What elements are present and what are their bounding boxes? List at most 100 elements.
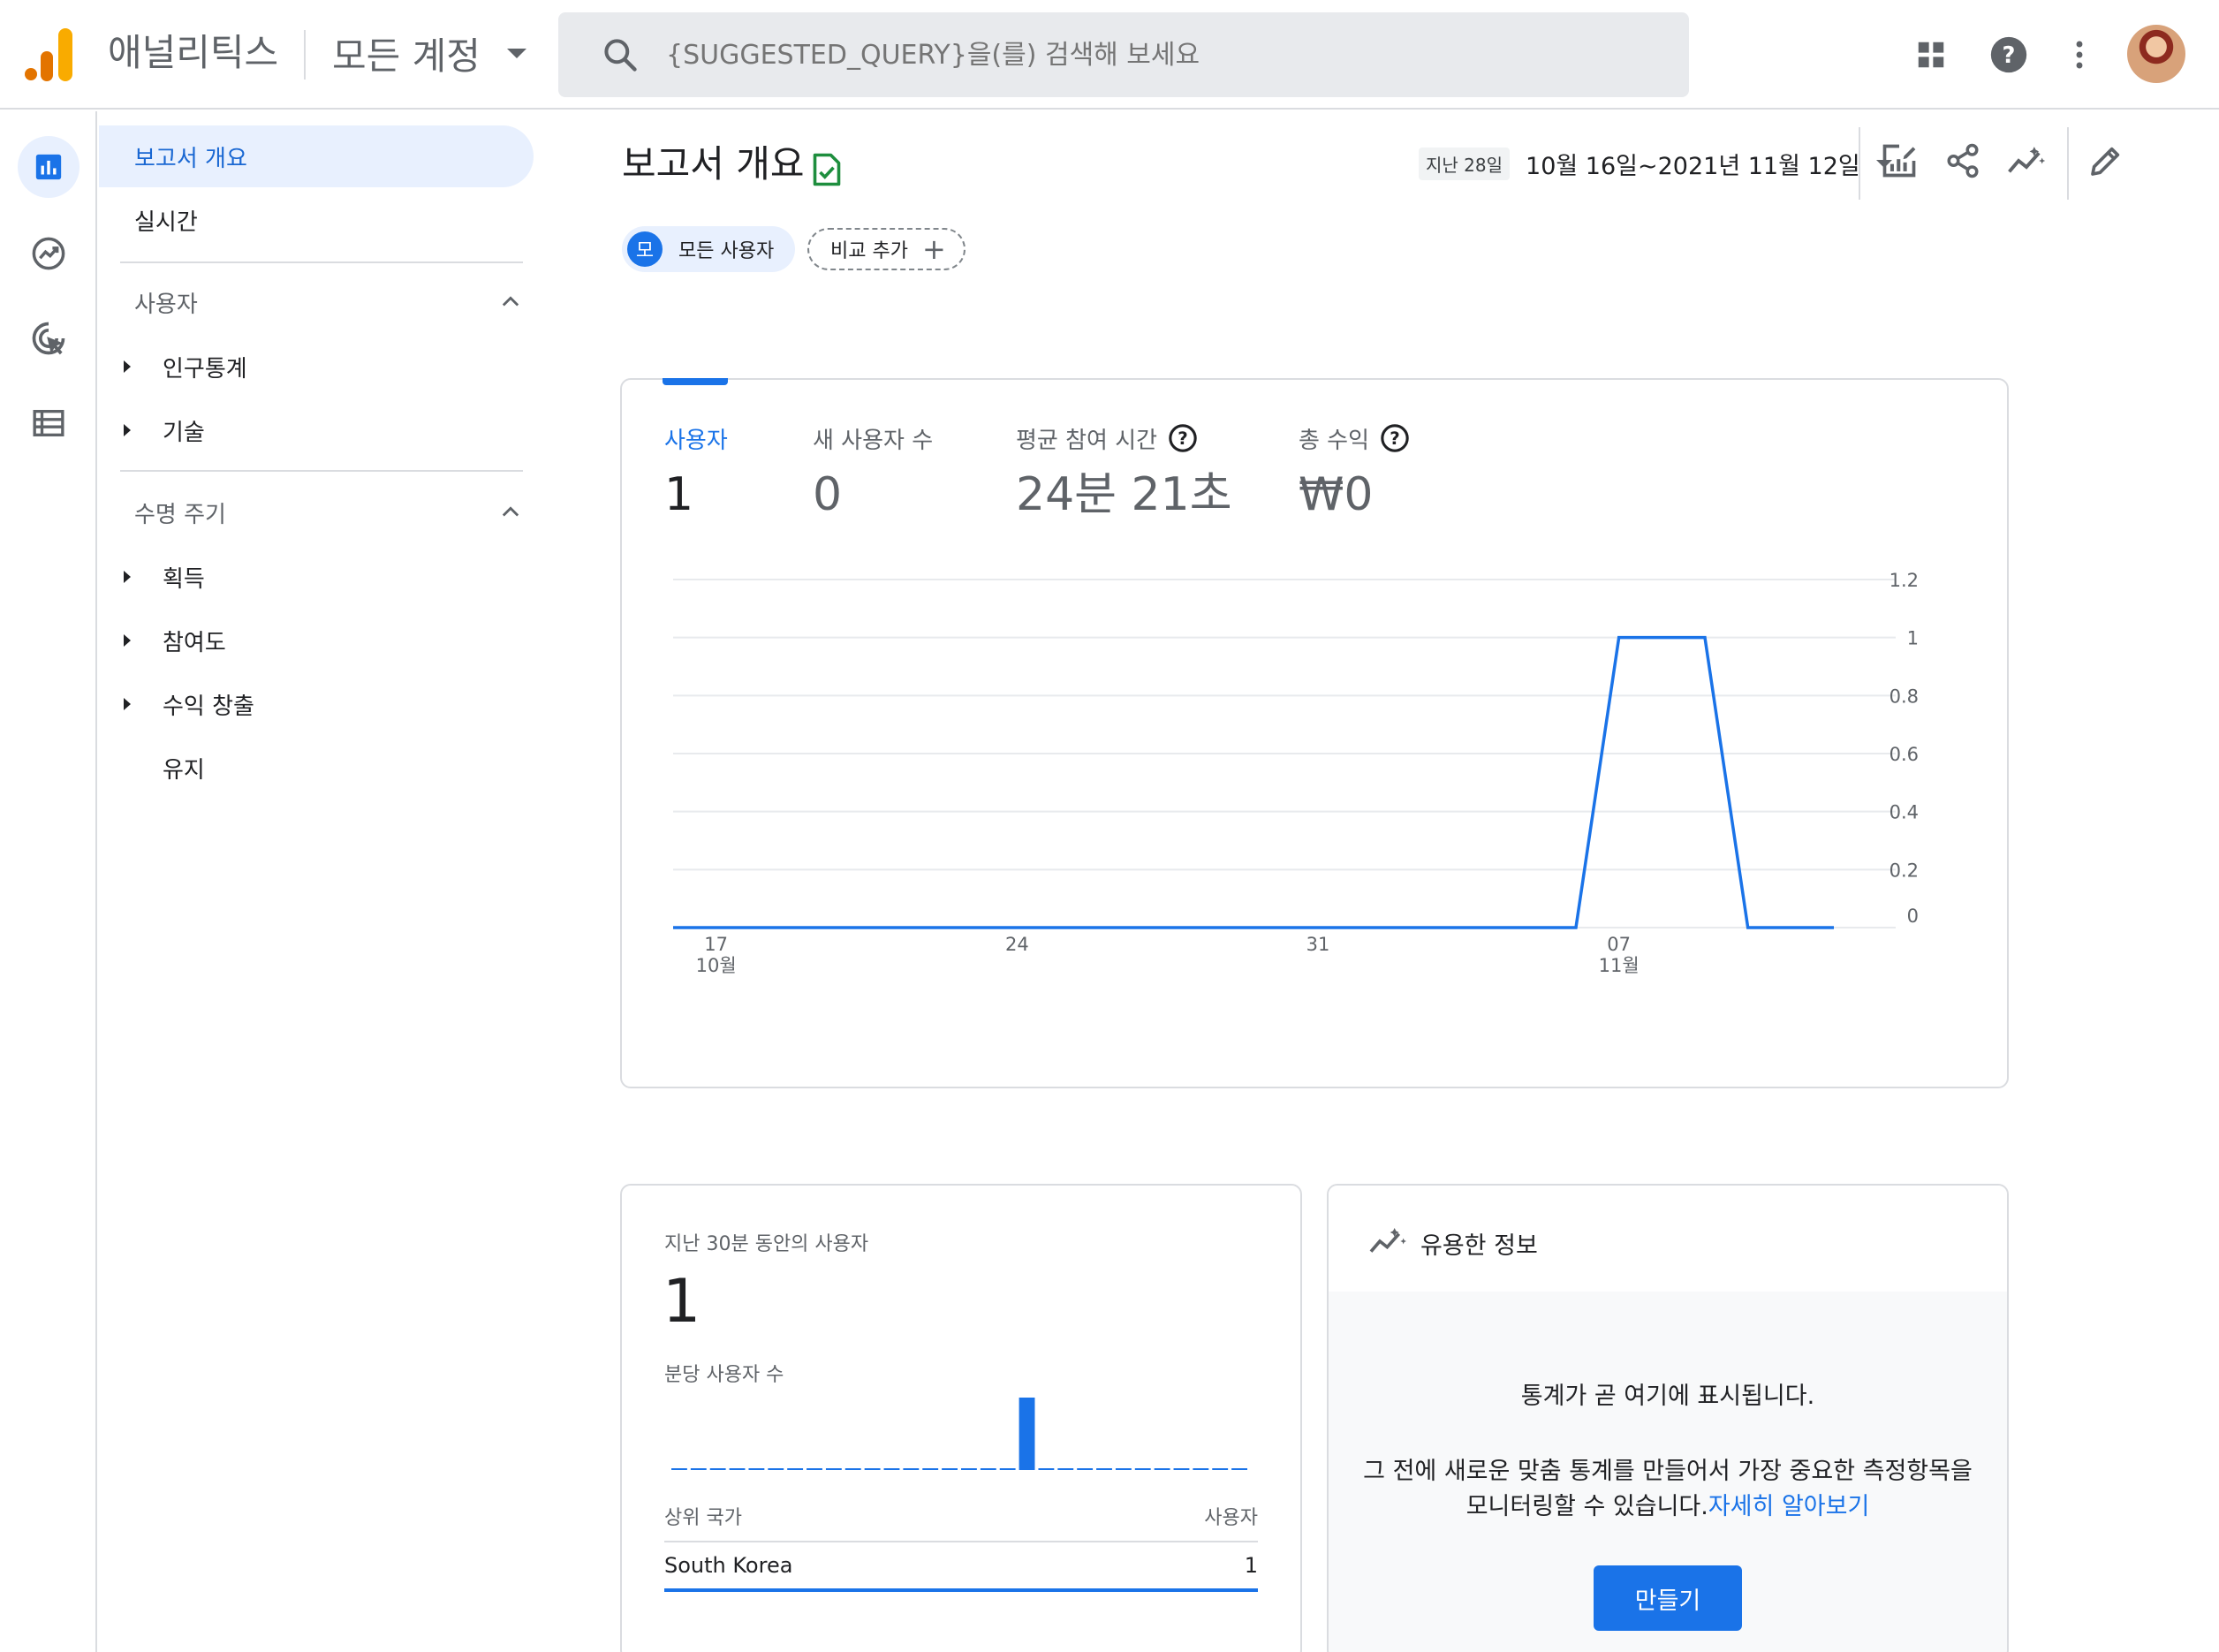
share-button[interactable] bbox=[1935, 133, 1991, 189]
help-button[interactable]: ? bbox=[1982, 28, 2035, 81]
minute-bar bbox=[787, 1468, 804, 1470]
minute-bar bbox=[980, 1468, 996, 1470]
rail-configure-button[interactable] bbox=[18, 392, 80, 454]
y-tick-label: 0.6 bbox=[1890, 744, 1919, 765]
y-tick-label: 0 bbox=[1907, 906, 1919, 927]
minute-bar bbox=[1038, 1468, 1055, 1470]
x-tick-label: 31 bbox=[1306, 934, 1330, 955]
insights-icon bbox=[1369, 1228, 1406, 1253]
x-tick-label: 24 bbox=[1005, 934, 1029, 955]
minute-bar bbox=[768, 1468, 784, 1470]
nav-item-label: 참여도 bbox=[163, 629, 226, 656]
account-picker[interactable]: 모든 계정 bbox=[332, 27, 526, 80]
metric-tab-total-revenue[interactable]: 총 수익 ? ₩0 bbox=[1299, 421, 1410, 521]
minute-bar bbox=[864, 1468, 881, 1470]
nav-realtime[interactable]: 실시간 bbox=[99, 189, 198, 251]
analytics-logo-icon[interactable] bbox=[25, 28, 74, 81]
search-bar[interactable] bbox=[558, 12, 1689, 97]
help-icon: ? bbox=[1990, 36, 2027, 73]
help-outline-icon[interactable]: ? bbox=[1168, 423, 1198, 453]
toolbar-divider bbox=[1859, 127, 1860, 200]
rail-reports-button[interactable] bbox=[18, 136, 80, 198]
users-series-line bbox=[673, 635, 1834, 929]
header-divider bbox=[304, 30, 306, 80]
add-comparison-button[interactable]: 비교 추가 + bbox=[807, 228, 966, 270]
nav-item-label: 인구통계 bbox=[163, 355, 247, 383]
realtime-title: 지난 30분 동안의 사용자 bbox=[664, 1233, 869, 1255]
x-tick-month-label: 10월 bbox=[696, 955, 737, 976]
expand-triangle-icon bbox=[124, 698, 131, 710]
nav-section-label: 사용자 bbox=[134, 291, 198, 318]
nav-item-monetization[interactable]: 수익 창출 bbox=[99, 673, 254, 735]
configure-icon bbox=[33, 410, 64, 436]
nav-item-tech[interactable]: 기술 bbox=[99, 399, 205, 461]
insights-button[interactable] bbox=[1998, 133, 2055, 189]
more-options-button[interactable] bbox=[2053, 28, 2106, 81]
plus-icon: + bbox=[921, 232, 946, 266]
metric-tab-users[interactable]: 사용자 1 bbox=[664, 421, 728, 522]
nav-item-retention[interactable]: 유지 bbox=[99, 737, 205, 799]
minute-bar bbox=[807, 1468, 822, 1470]
minute-bar bbox=[1057, 1468, 1074, 1470]
segment-label: 모든 사용자 bbox=[678, 240, 775, 262]
minute-bar bbox=[961, 1468, 977, 1470]
advertising-icon bbox=[32, 322, 65, 355]
minute-bar bbox=[690, 1468, 707, 1470]
minute-bar bbox=[748, 1468, 765, 1470]
rail-advertising-button[interactable] bbox=[18, 307, 80, 369]
nav-section-label: 수명 주기 bbox=[134, 501, 226, 528]
nav-section-user[interactable]: 사용자 bbox=[134, 276, 523, 329]
rail-explore-button[interactable] bbox=[18, 223, 80, 284]
y-tick-label: 0.4 bbox=[1890, 802, 1919, 823]
x-tick-month-label: 11월 bbox=[1599, 955, 1640, 976]
metric-value: 1 bbox=[664, 468, 694, 521]
edit-report-button[interactable] bbox=[2078, 133, 2134, 189]
minute-bar bbox=[825, 1468, 842, 1470]
minute-bar bbox=[1212, 1468, 1229, 1470]
create-insight-button[interactable]: 만들기 bbox=[1594, 1565, 1742, 1631]
insights-icon bbox=[2008, 147, 2046, 173]
app-title: 애널리틱스 bbox=[108, 31, 279, 74]
nav-section-lifecycle[interactable]: 수명 주기 bbox=[134, 486, 523, 539]
nav-item-label: 유지 bbox=[163, 756, 205, 784]
insights-title: 유용한 정보 bbox=[1420, 1232, 1538, 1260]
metric-tab-new-users[interactable]: 새 사용자 수 0 bbox=[813, 421, 934, 522]
nav-divider bbox=[120, 261, 523, 263]
minute-bar bbox=[883, 1468, 900, 1470]
apps-grid-button[interactable] bbox=[1905, 28, 1958, 81]
date-range-picker[interactable]: 지난 28일 10월 16일~2021년 11월 12일 bbox=[1419, 143, 1892, 184]
chevron-up-icon bbox=[502, 506, 519, 517]
minute-bar bbox=[1154, 1468, 1170, 1470]
expand-triangle-icon bbox=[124, 634, 131, 647]
segment-chip-all-users[interactable]: 모 모든 사용자 bbox=[622, 226, 796, 272]
minute-bar bbox=[903, 1468, 920, 1470]
nav-item-demographics[interactable]: 인구통계 bbox=[99, 336, 247, 398]
help-outline-icon[interactable]: ? bbox=[1380, 423, 1410, 453]
minute-bar bbox=[844, 1468, 861, 1470]
minute-bar bbox=[942, 1468, 958, 1470]
learn-more-link[interactable]: 자세히 알아보기 bbox=[1708, 1493, 1869, 1520]
selected-metric-indicator bbox=[663, 378, 728, 385]
edit-icon bbox=[2091, 147, 2120, 176]
share-icon bbox=[1947, 143, 1979, 178]
search-input[interactable] bbox=[666, 39, 1638, 71]
metric-label: 새 사용자 수 bbox=[813, 427, 934, 454]
minute-bar bbox=[1134, 1468, 1151, 1470]
x-tick-label: 17 bbox=[704, 934, 728, 955]
expand-triangle-icon bbox=[124, 571, 131, 583]
caret-down-icon bbox=[506, 48, 526, 58]
metric-tab-engagement-time[interactable]: 평균 참여 시간 ? 24분 21초 bbox=[1016, 421, 1232, 521]
country-cell: South Korea bbox=[664, 1553, 793, 1578]
svg-text:?: ? bbox=[2003, 42, 2016, 69]
country-column-header: 상위 국가 bbox=[664, 1507, 742, 1529]
account-label: 모든 계정 bbox=[332, 34, 481, 78]
expand-triangle-icon bbox=[124, 360, 131, 373]
customize-report-button[interactable] bbox=[1871, 133, 1927, 189]
nav-item-acquisition[interactable]: 획득 bbox=[99, 546, 205, 608]
more-vert-icon bbox=[2076, 41, 2083, 69]
chevron-up-icon bbox=[502, 296, 519, 307]
metric-value: ₩0 bbox=[1299, 468, 1374, 521]
nav-item-engagement[interactable]: 참여도 bbox=[99, 610, 226, 671]
avatar[interactable] bbox=[2127, 25, 2185, 83]
nav-reports-snapshot[interactable]: 보고서 개요 bbox=[99, 125, 534, 187]
